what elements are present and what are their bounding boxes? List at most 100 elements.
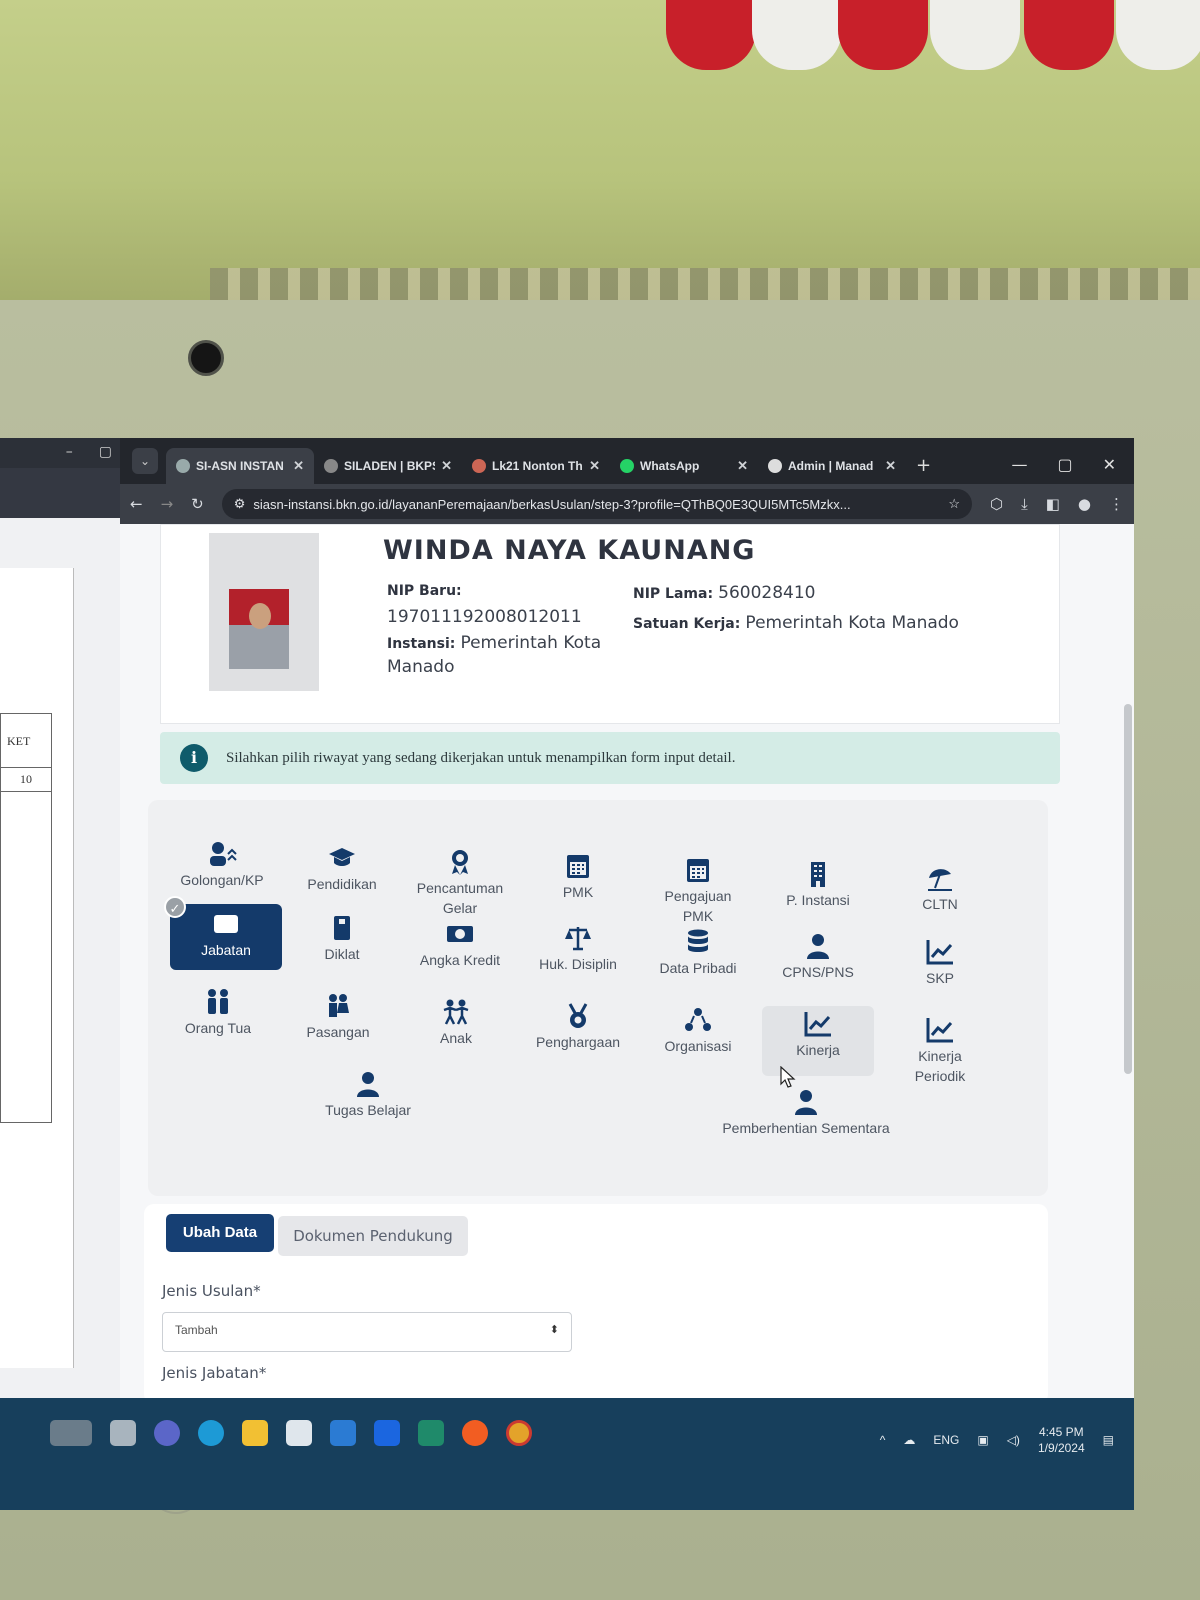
bookmark-star-icon[interactable]: ☆ [948, 496, 960, 512]
menu-p-instansi[interactable]: P. Instansi [762, 856, 874, 910]
menu-pencantuman-gelar[interactable]: Pencantuman Gelar [404, 844, 516, 918]
couple-icon [329, 994, 349, 1017]
menu-data-pribadi[interactable]: Data Pribadi [642, 924, 754, 978]
menu-diklat[interactable]: Diklat [286, 910, 398, 964]
chrome-icon[interactable] [506, 1420, 532, 1446]
close-tab-icon[interactable]: ✕ [441, 458, 452, 474]
menu-kebab-icon[interactable]: ⋮ [1109, 495, 1124, 513]
close-tab-icon[interactable]: ✕ [293, 458, 304, 474]
menu-cltn[interactable]: CLTN [884, 860, 996, 914]
close-tab-icon[interactable]: ✕ [885, 458, 896, 474]
menu-pengajuan-pmk[interactable]: Pengajuan PMK [642, 852, 754, 926]
menu-penghargaan[interactable]: Penghargaan [522, 998, 634, 1052]
clock[interactable]: 4:45 PM 1/9/2024 [1038, 1424, 1085, 1456]
menu-golongan-kp[interactable]: Golongan/KP [166, 836, 278, 890]
satuan-kerja-label: Satuan Kerja: [633, 616, 741, 632]
forward-icon[interactable]: → [161, 495, 174, 513]
store-icon[interactable] [286, 1420, 312, 1446]
building-icon [811, 862, 825, 887]
download-icon[interactable]: ⤓ [1021, 495, 1028, 513]
tab-search-icon[interactable]: ⌄ [132, 448, 158, 474]
dropbox-icon[interactable] [374, 1420, 400, 1446]
extensions-icon[interactable]: ⬡ [990, 495, 1003, 513]
curtain-red [838, 0, 928, 70]
tab-lk21[interactable]: Lk21 Nonton Th ✕ [462, 448, 610, 484]
tab-dokumen-pendukung[interactable]: Dokumen Pendukung [278, 1216, 468, 1256]
money-bill-icon [447, 926, 473, 942]
document-titlebar: – ▢ [0, 438, 120, 468]
minimize-icon[interactable]: — [1011, 455, 1027, 474]
close-icon[interactable]: ✕ [1103, 455, 1116, 474]
user-tie-icon [807, 934, 829, 959]
jenis-usulan-select[interactable]: Tambah ⬍ [162, 1312, 572, 1352]
firefox-icon[interactable] [462, 1420, 488, 1446]
menu-skp[interactable]: SKP [884, 934, 996, 988]
close-tab-icon[interactable]: ✕ [737, 458, 748, 474]
id-card-icon [214, 915, 238, 933]
menu-label: Anak [440, 1030, 472, 1046]
menu-orang-tua[interactable]: Orang Tua [162, 984, 274, 1038]
curtain-red [1024, 0, 1114, 70]
menu-huk-disiplin[interactable]: Huk. Disiplin [522, 920, 634, 974]
user-minus-icon [795, 1090, 817, 1115]
chat-icon[interactable] [154, 1420, 180, 1446]
menu-label: Golongan/KP [180, 872, 264, 888]
tab-title: Admin | Manad [788, 459, 874, 473]
menu-jabatan[interactable]: ✓ Jabatan [164, 896, 282, 970]
volume-icon[interactable]: ◁) [1007, 1433, 1020, 1447]
menu-pendidikan[interactable]: Pendidikan [286, 840, 398, 894]
tab-favicon-icon [768, 459, 782, 473]
tray-chevron-icon[interactable]: ^ [880, 1433, 886, 1447]
file-explorer-icon[interactable] [242, 1420, 268, 1446]
back-icon[interactable]: ← [130, 495, 143, 513]
tab-si-asn[interactable]: SI-ASN INSTAN ✕ [166, 448, 314, 484]
menu-pmk[interactable]: PMK [522, 848, 634, 902]
tab-title: WhatsApp [640, 459, 700, 473]
maximize-icon[interactable]: ▢ [99, 444, 112, 462]
window-controls: — ▢ ✕ [1011, 455, 1134, 484]
background-document-window: – ▢ KET 10 [0, 438, 120, 1398]
minimize-icon[interactable]: – [66, 444, 73, 462]
menu-pasangan[interactable]: Pasangan [282, 988, 394, 1042]
profile-card: WINDA NAYA KAUNANG NIP Baru: 19701119200… [160, 524, 1060, 724]
menu-label: Jabatan [201, 942, 251, 958]
tab-ubah-data[interactable]: Ubah Data [166, 1214, 274, 1252]
cloud-icon[interactable]: ☁ [903, 1433, 915, 1447]
address-bar[interactable]: ⚙ siasn-instansi.bkn.go.id/layananPerema… [221, 489, 972, 519]
side-panel-icon[interactable]: ◧ [1046, 495, 1060, 513]
curtain-white [752, 0, 842, 70]
widgets-icon[interactable] [50, 1420, 92, 1446]
menu-angka-kredit[interactable]: Angka Kredit [404, 916, 516, 970]
network-icon[interactable]: ▣ [977, 1433, 988, 1447]
tab-favicon-icon [472, 459, 486, 473]
maximize-icon[interactable]: ▢ [1057, 455, 1072, 474]
menu-pemberhentian-sementara[interactable]: Pemberhentian Sementara [696, 1084, 916, 1138]
nip-baru-label: NIP Baru: [387, 583, 462, 599]
tab-siladen[interactable]: SILADEN | BKPS ✕ [314, 448, 462, 484]
curtain-white [930, 0, 1020, 70]
new-tab-icon[interactable]: + [906, 455, 941, 484]
task-view-icon[interactable] [110, 1420, 136, 1446]
edge-icon[interactable] [198, 1420, 224, 1446]
site-info-icon[interactable]: ⚙ [234, 496, 246, 512]
lightning-app-icon[interactable] [418, 1420, 444, 1446]
profile-icon[interactable]: ● [1078, 495, 1091, 513]
close-tab-icon[interactable]: ✕ [589, 458, 600, 474]
menu-label: PMK [682, 908, 714, 924]
menu-organisasi[interactable]: Organisasi [642, 1002, 754, 1056]
menu-cpns-pns[interactable]: CPNS/PNS [762, 928, 874, 982]
menu-label: Data Pribadi [659, 960, 737, 976]
menu-tugas-belajar[interactable]: Tugas Belajar [298, 1066, 438, 1120]
menu-anak[interactable]: Anak [400, 994, 512, 1048]
menu-kinerja-periodik[interactable]: Kinerja Periodik [884, 1012, 996, 1086]
menu-label: Kinerja [918, 1048, 962, 1064]
children-icon [443, 999, 469, 1025]
tab-admin[interactable]: Admin | Manad ✕ [758, 448, 906, 484]
page-scrollbar[interactable] [1124, 704, 1132, 1074]
menu-kinerja[interactable]: Kinerja [762, 1006, 874, 1076]
mail-icon[interactable] [330, 1420, 356, 1446]
language-indicator[interactable]: ENG [933, 1433, 959, 1447]
notification-icon[interactable]: ▤ [1103, 1433, 1114, 1447]
tab-whatsapp[interactable]: WhatsApp ✕ [610, 448, 758, 484]
reload-icon[interactable]: ↻ [191, 495, 204, 513]
